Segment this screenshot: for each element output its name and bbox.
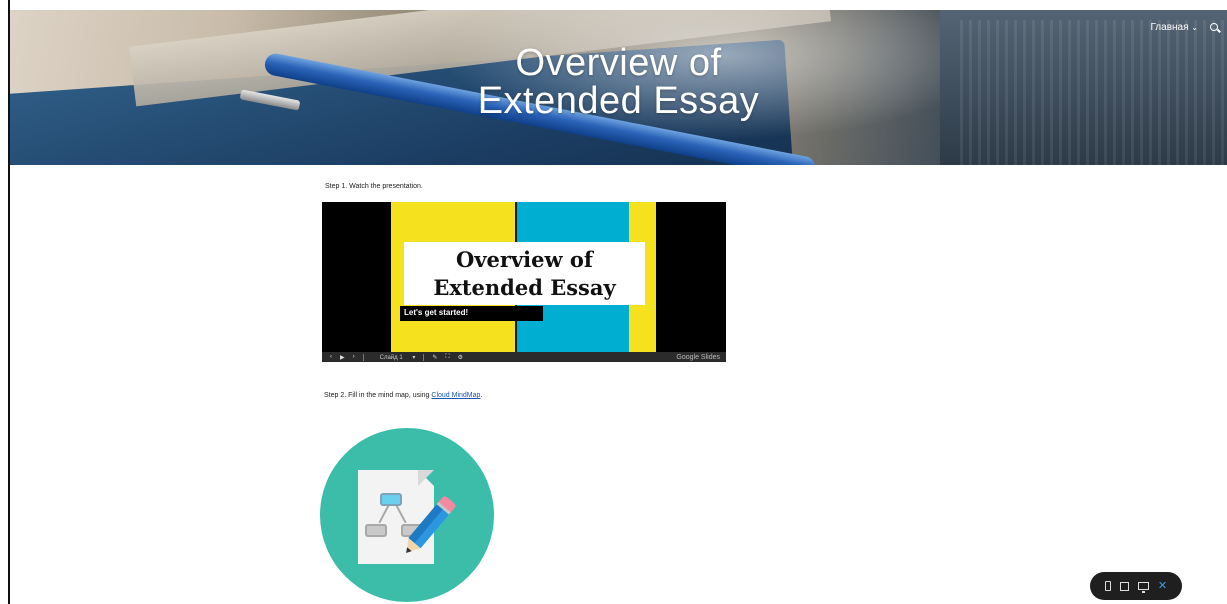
slide-select[interactable]: Слайд 1 ▾	[372, 354, 416, 361]
gear-icon[interactable]: ⚙	[458, 354, 463, 361]
slide-select-label: Слайд 1	[379, 354, 403, 361]
close-icon[interactable]: ✕	[1158, 580, 1167, 592]
slide-title: Overview of Extended Essay	[404, 246, 645, 302]
page-title-line2: Extended Essay	[477, 80, 760, 122]
nav-home-link[interactable]: Главная ⌄	[1150, 22, 1198, 33]
pointer-icon[interactable]: ✎	[432, 354, 437, 361]
cloud-mindmap-link[interactable]: Cloud MindMap	[431, 392, 480, 399]
phone-icon[interactable]	[1104, 581, 1111, 591]
chevron-down-icon: ▾	[412, 354, 416, 361]
step2-prefix: Step 2. Fill in the mind map, using	[324, 392, 432, 399]
slides-controls-bar: ‹ ▶ › Слайд 1 ▾ ✎ ⛶ ⚙ Google Slides	[322, 352, 726, 362]
desktop-icon[interactable]	[1137, 582, 1149, 593]
tablet-icon[interactable]	[1119, 581, 1129, 591]
mindmap-root-node	[380, 493, 402, 506]
nav-home-label: Главная	[1150, 22, 1189, 33]
page-title-line1: Overview of	[515, 42, 722, 84]
search-icon[interactable]	[1210, 23, 1219, 32]
page-top-edge	[0, 0, 1227, 10]
fullscreen-icon[interactable]: ⛶	[445, 354, 449, 361]
slides-embed[interactable]: Overview of Extended Essay Let's get sta…	[322, 202, 726, 362]
controls-separator	[423, 353, 425, 361]
chevron-down-icon: ⌄	[1191, 23, 1198, 32]
next-slide-button[interactable]: ›	[353, 354, 355, 360]
controls-separator	[362, 353, 364, 361]
device-preview-toggle: ✕	[1090, 572, 1182, 600]
mindmap-child-node	[365, 524, 387, 537]
page-left-edge	[0, 0, 10, 604]
slide-subtitle: Let's get started!	[404, 308, 469, 317]
top-navigation: Главная ⌄	[1150, 22, 1219, 33]
play-button[interactable]: ▶	[340, 354, 345, 361]
step2-text: Step 2. Fill in the mind map, using Clou…	[324, 392, 482, 399]
prev-slide-button[interactable]: ‹	[330, 354, 332, 360]
step1-text: Step 1. Watch the presentation.	[325, 183, 423, 190]
google-slides-brand[interactable]: Google Slides	[676, 354, 720, 361]
header-banner: Overview of Extended Essay Главная ⌄	[10, 10, 1227, 165]
page-title: Overview of Extended Essay	[10, 44, 1227, 120]
slide-title-line1: Overview of	[456, 247, 593, 272]
step2-suffix: .	[480, 392, 483, 399]
document-fold	[418, 470, 434, 486]
slide-title-line2: Extended Essay	[433, 275, 616, 300]
